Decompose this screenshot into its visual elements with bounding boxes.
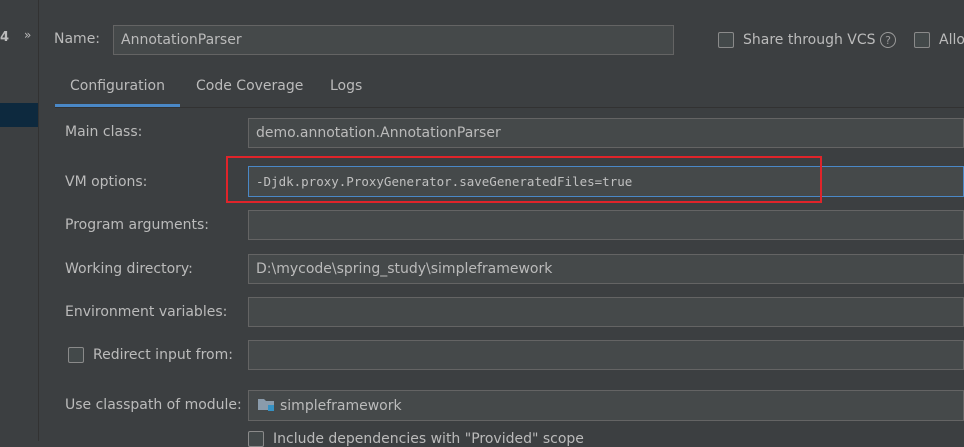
environment-variables-label: Environment variables:: [65, 304, 228, 320]
include-dependencies-checkbox[interactable]: [248, 431, 264, 447]
classpath-module-value: simpleframework: [280, 397, 402, 414]
working-directory-input[interactable]: D:\mycode\spring_study\simpleframework: [248, 254, 964, 284]
include-dependencies-label: Include dependencies with "Provided" sco…: [273, 431, 584, 447]
classpath-module-label: Use classpath of module:: [65, 397, 242, 413]
tab-logs[interactable]: Logs: [330, 78, 362, 94]
module-folder-icon: [257, 396, 275, 416]
allow-label: Allo: [939, 32, 964, 48]
help-icon[interactable]: ?: [880, 32, 896, 48]
left-glyph: 4: [0, 30, 10, 45]
tab-strip-divider: [55, 107, 964, 108]
share-vcs-label: Share through VCS: [743, 32, 876, 48]
tab-code-coverage[interactable]: Code Coverage: [196, 78, 303, 94]
expand-chevron-icon[interactable]: »: [24, 28, 31, 42]
left-selected-item[interactable]: [0, 103, 38, 127]
name-label: Name:: [54, 31, 101, 47]
program-arguments-input[interactable]: [248, 210, 964, 240]
redirect-input-checkbox[interactable]: [68, 347, 84, 363]
allow-parallel-checkbox[interactable]: [914, 32, 930, 48]
share-vcs-checkbox[interactable]: [718, 32, 734, 48]
environment-variables-input[interactable]: [248, 297, 964, 327]
main-class-input[interactable]: demo.annotation.AnnotationParser: [248, 118, 964, 148]
redirect-input-label: Redirect input from:: [93, 347, 233, 363]
classpath-module-select[interactable]: simpleframework: [248, 390, 964, 421]
working-directory-label: Working directory:: [65, 261, 193, 277]
left-panel: [0, 0, 39, 441]
main-class-label: Main class:: [65, 124, 143, 140]
redirect-input-field[interactable]: [248, 340, 964, 370]
tab-configuration[interactable]: Configuration: [70, 78, 165, 94]
name-input[interactable]: AnnotationParser: [113, 25, 674, 55]
vm-options-label: VM options:: [65, 174, 148, 190]
program-arguments-label: Program arguments:: [65, 217, 209, 233]
highlight-box: [226, 156, 822, 203]
